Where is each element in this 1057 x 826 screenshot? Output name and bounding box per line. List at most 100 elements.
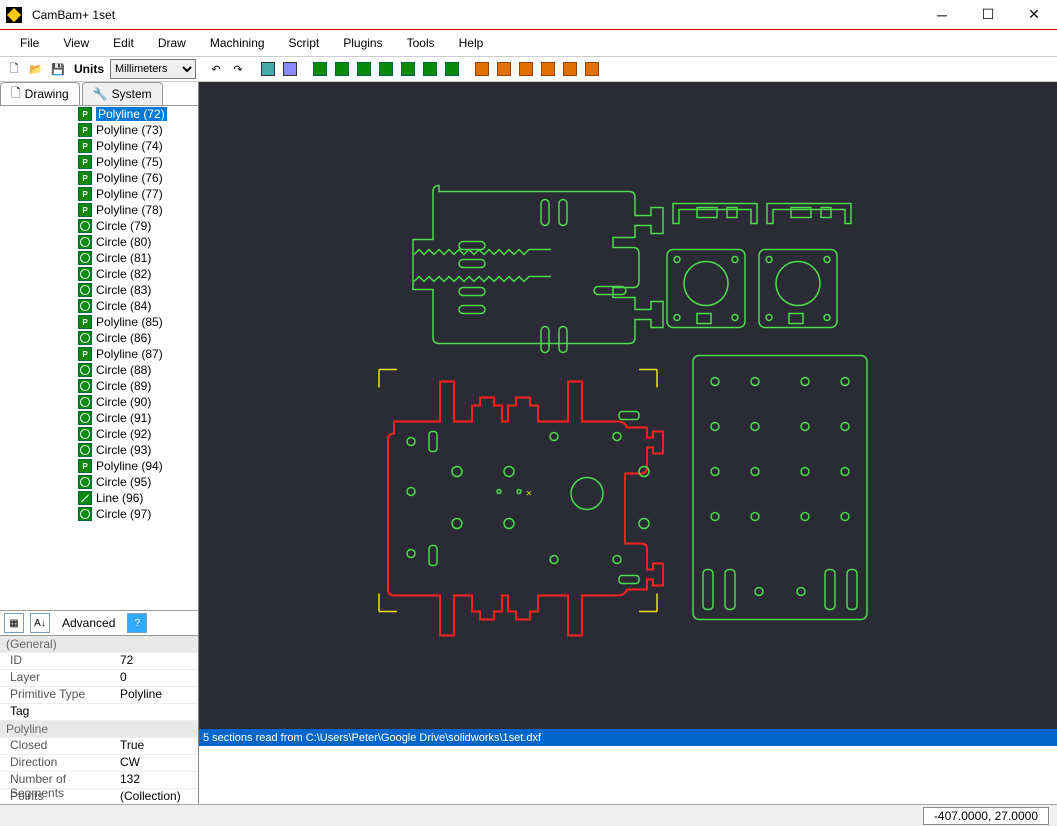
tree-item-label: Circle (92) (96, 427, 151, 441)
mop2-icon[interactable] (332, 59, 352, 79)
tree-item[interactable]: Polyline (77) (0, 186, 198, 202)
mop3-icon[interactable] (354, 59, 374, 79)
tree-item-label: Circle (97) (96, 507, 151, 521)
categorize-icon[interactable]: ▦ (4, 613, 24, 633)
tree-item[interactable]: Circle (93) (0, 442, 198, 458)
menu-edit[interactable]: Edit (103, 32, 144, 54)
op2-icon[interactable] (494, 59, 514, 79)
open-icon[interactable]: 📂 (26, 59, 46, 79)
menu-file[interactable]: File (10, 32, 49, 54)
tree-item[interactable]: Circle (81) (0, 250, 198, 266)
menu-plugins[interactable]: Plugins (333, 32, 392, 54)
prop-group-general[interactable]: (General) (0, 636, 198, 653)
prop-closed-val[interactable]: True (120, 738, 198, 754)
tree-item[interactable]: Circle (92) (0, 426, 198, 442)
snap-icon[interactable] (280, 59, 300, 79)
mop4-icon[interactable] (376, 59, 396, 79)
circ-icon (78, 219, 92, 233)
menu-draw[interactable]: Draw (148, 32, 196, 54)
tab-system[interactable]: 🔧 System (82, 82, 163, 105)
poly-icon (78, 203, 92, 217)
tree-item-label: Circle (86) (96, 331, 151, 345)
save-icon[interactable]: 💾 (48, 59, 68, 79)
drawing-tree[interactable]: Polyline (72)Polyline (73)Polyline (74)P… (0, 106, 198, 610)
op3-icon[interactable] (516, 59, 536, 79)
tree-item[interactable]: Circle (82) (0, 266, 198, 282)
tree-item-label: Polyline (85) (96, 315, 163, 329)
units-select[interactable]: Millimeters (110, 59, 196, 79)
tree-item[interactable]: Circle (88) (0, 362, 198, 378)
line-icon (78, 491, 92, 505)
tree-item-label: Polyline (72) (96, 107, 167, 121)
close-button[interactable]: ✕ (1011, 0, 1057, 30)
cursor-coordinates: -407.0000, 27.0000 (923, 807, 1049, 825)
tree-item-label: Line (96) (96, 491, 143, 505)
maximize-button[interactable]: ☐ (965, 0, 1011, 30)
prop-id-val[interactable]: 72 (120, 653, 198, 669)
tree-item[interactable]: Circle (79) (0, 218, 198, 234)
prop-pts-val[interactable]: (Collection) (120, 789, 198, 804)
op6-icon[interactable] (582, 59, 602, 79)
prop-prim-val[interactable]: Polyline (120, 687, 198, 703)
tree-item[interactable]: Circle (84) (0, 298, 198, 314)
window-controls: ─ ☐ ✕ (919, 0, 1057, 30)
tree-item[interactable]: Circle (97) (0, 506, 198, 522)
new-icon[interactable]: 🗋 (4, 59, 24, 79)
menu-script[interactable]: Script (279, 32, 330, 54)
mop5-icon[interactable] (398, 59, 418, 79)
tree-item[interactable]: Polyline (85) (0, 314, 198, 330)
poly-icon (78, 315, 92, 329)
tree-item[interactable]: Polyline (74) (0, 138, 198, 154)
tree-item[interactable]: Polyline (94) (0, 458, 198, 474)
undo-icon[interactable]: ↶ (206, 59, 226, 79)
menu-machining[interactable]: Machining (200, 32, 275, 54)
prop-group-polyline[interactable]: Polyline (0, 721, 198, 738)
prop-seg-val[interactable]: 132 (120, 772, 198, 788)
minimize-button[interactable]: ─ (919, 0, 965, 30)
tree-item[interactable]: Circle (95) (0, 474, 198, 490)
op4-icon[interactable] (538, 59, 558, 79)
tree-item[interactable]: Line (96) (0, 490, 198, 506)
tree-item[interactable]: Circle (86) (0, 330, 198, 346)
circ-icon (78, 443, 92, 457)
prop-layer-val[interactable]: 0 (120, 670, 198, 686)
tree-item[interactable]: Circle (91) (0, 410, 198, 426)
menu-bar: File View Edit Draw Machining Script Plu… (0, 30, 1057, 56)
menu-tools[interactable]: Tools (397, 32, 445, 54)
menu-help[interactable]: Help (449, 32, 494, 54)
op1-icon[interactable] (472, 59, 492, 79)
tree-item[interactable]: Polyline (87) (0, 346, 198, 362)
redo-icon[interactable]: ↷ (228, 59, 248, 79)
tree-item-label: Polyline (94) (96, 459, 163, 473)
tree-item[interactable]: Polyline (76) (0, 170, 198, 186)
tree-item[interactable]: Circle (80) (0, 234, 198, 250)
circ-icon (78, 475, 92, 489)
tab-drawing[interactable]: 🗋 Drawing (0, 82, 80, 105)
menu-view[interactable]: View (53, 32, 99, 54)
tree-item[interactable]: Circle (90) (0, 394, 198, 410)
circ-icon (78, 267, 92, 281)
tree-item[interactable]: Polyline (73) (0, 122, 198, 138)
tree-item[interactable]: Polyline (75) (0, 154, 198, 170)
help-icon[interactable]: ? (127, 613, 147, 633)
poly-icon (78, 123, 92, 137)
mop1-icon[interactable] (310, 59, 330, 79)
properties-grid[interactable]: (General) ID72 Layer0 Primitive TypePoly… (0, 636, 198, 804)
tree-item[interactable]: Circle (89) (0, 378, 198, 394)
tree-item-label: Polyline (87) (96, 347, 163, 361)
prop-tag-val[interactable] (120, 704, 198, 720)
sort-icon[interactable]: A↓ (30, 613, 50, 633)
grid-icon[interactable] (258, 59, 278, 79)
prop-layer-key: Layer (0, 670, 120, 686)
prop-id-key: ID (0, 653, 120, 669)
tree-item[interactable]: Polyline (78) (0, 202, 198, 218)
tree-item[interactable]: Polyline (72) (0, 106, 198, 122)
mop7-icon[interactable] (442, 59, 462, 79)
units-label: Units (70, 59, 108, 79)
op5-icon[interactable] (560, 59, 580, 79)
prop-dir-val[interactable]: CW (120, 755, 198, 771)
mop6-icon[interactable] (420, 59, 440, 79)
drawing-canvas[interactable]: × (199, 82, 1057, 729)
advanced-button[interactable]: Advanced (56, 614, 121, 632)
tree-item[interactable]: Circle (83) (0, 282, 198, 298)
